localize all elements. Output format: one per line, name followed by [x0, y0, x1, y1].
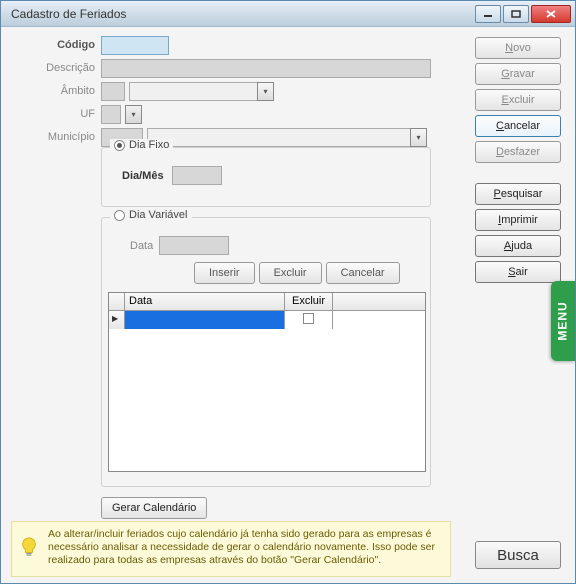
maximize-button[interactable]	[503, 5, 529, 23]
busca-button[interactable]: Busca	[475, 541, 561, 569]
cell-excluir-checkbox[interactable]	[285, 311, 333, 329]
sair-button[interactable]: Sair	[475, 261, 561, 283]
col-excluir: Excluir	[285, 293, 333, 310]
row-selector-icon	[109, 311, 125, 329]
desfazer-button[interactable]: Desfazer	[475, 141, 561, 163]
label-codigo: Código	[11, 39, 101, 51]
ajuda-button[interactable]: Ajuda	[475, 235, 561, 257]
imprimir-button[interactable]: Imprimir	[475, 209, 561, 231]
minimize-button[interactable]	[475, 5, 501, 23]
novo-button[interactable]: Novo	[475, 37, 561, 59]
chevron-down-icon: ▾	[125, 105, 142, 124]
side-buttons: Novo Gravar Excluir Cancelar Desfazer Pe…	[475, 37, 561, 283]
label-uf: UF	[11, 108, 101, 120]
window-title: Cadastro de Feriados	[11, 7, 475, 21]
titlebar: Cadastro de Feriados	[1, 1, 575, 27]
radio-selected-icon	[114, 140, 125, 151]
dia-fixo-group: Dia Fixo Dia/Mês	[101, 147, 431, 207]
tip-box: Ao alterar/incluir feriados cujo calendá…	[11, 521, 451, 577]
cell-data[interactable]	[125, 311, 285, 329]
lightbulb-icon	[18, 536, 40, 559]
label-municipio: Município	[11, 131, 101, 143]
label-ambito: Âmbito	[11, 85, 101, 97]
data-label: Data	[130, 240, 153, 252]
pesquisar-button[interactable]: Pesquisar	[475, 183, 561, 205]
dia-mes-label: Dia/Mês	[122, 170, 164, 182]
uf-code-input[interactable]	[101, 105, 121, 124]
dia-variavel-group: Dia Variável Data Inserir Excluir Cancel…	[101, 217, 431, 487]
ambito-code-input[interactable]	[101, 82, 125, 101]
form: Código Descrição Âmbito ▾ UF ▾	[11, 35, 451, 150]
title-buttons	[475, 5, 571, 23]
dia-fixo-label: Dia Fixo	[129, 139, 169, 151]
label-descricao: Descrição	[11, 62, 101, 74]
inserir-button[interactable]: Inserir	[194, 262, 255, 284]
gravar-button[interactable]: Gravar	[475, 63, 561, 85]
chevron-down-icon: ▾	[410, 128, 427, 147]
cancelar-button[interactable]: Cancelar	[475, 115, 561, 137]
grid-header: Data Excluir	[109, 293, 425, 311]
tip-text: Ao alterar/incluir feriados cujo calendá…	[48, 528, 435, 566]
dia-variavel-radio-legend[interactable]: Dia Variável	[110, 209, 192, 221]
codigo-input[interactable]	[101, 36, 169, 55]
col-data: Data	[125, 293, 285, 310]
municipio-combo[interactable]: ▾	[147, 128, 427, 147]
close-button[interactable]	[531, 5, 571, 23]
table-row[interactable]	[109, 311, 425, 329]
window: Cadastro de Feriados Código Descrição	[0, 0, 576, 584]
gerar-calendario-button[interactable]: Gerar Calendário	[101, 497, 207, 519]
radio-unselected-icon	[114, 210, 125, 221]
excluir-button[interactable]: Excluir	[475, 89, 561, 111]
excluir-row-button[interactable]: Excluir	[259, 262, 322, 284]
dia-mes-input[interactable]	[172, 166, 222, 185]
uf-combo[interactable]: ▾	[125, 105, 142, 124]
descricao-input[interactable]	[101, 59, 431, 78]
menu-tab[interactable]: MENU	[551, 281, 575, 361]
chevron-down-icon: ▾	[257, 82, 274, 101]
dia-variavel-label: Dia Variável	[129, 209, 188, 221]
data-input[interactable]	[159, 236, 229, 255]
ambito-combo[interactable]: ▾	[129, 82, 274, 101]
datas-grid[interactable]: Data Excluir	[108, 292, 426, 472]
menu-tab-label: MENU	[556, 301, 570, 340]
dia-fixo-radio-legend[interactable]: Dia Fixo	[110, 139, 173, 151]
cancelar-row-button[interactable]: Cancelar	[326, 262, 400, 284]
content: Código Descrição Âmbito ▾ UF ▾	[1, 27, 575, 583]
